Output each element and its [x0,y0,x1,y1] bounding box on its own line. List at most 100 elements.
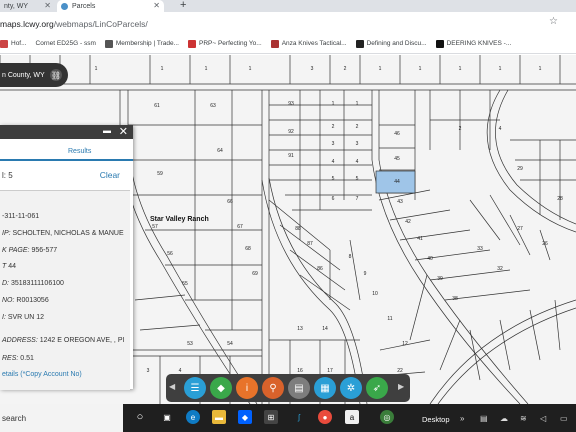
app-red-icon[interactable]: ● [318,410,332,424]
svg-text:1: 1 [379,66,382,72]
bookmark-icon [270,39,279,48]
close-tab-icon[interactable]: ✕ [153,1,160,10]
bookmark-icon [355,39,364,48]
svg-text:4: 4 [356,159,359,165]
chrome-icon[interactable]: ◎ [380,410,394,424]
svg-text:67: 67 [237,224,243,230]
svg-text:39: 39 [437,276,443,282]
svg-text:10: 10 [372,291,378,297]
tray-chevron-icon[interactable]: » [460,414,464,423]
tab-title: Parcels [72,2,96,10]
list-icon[interactable]: ☰ [184,377,206,399]
bookmark-star-icon[interactable]: ☆ [549,16,558,27]
svg-text:68: 68 [245,246,251,252]
svg-text:1: 1 [95,66,98,72]
svg-text:54: 54 [227,341,233,347]
task-switch-icon[interactable]: ▣ [160,410,174,424]
edge-icon[interactable]: e [186,410,200,424]
svg-text:5: 5 [356,176,359,182]
book-page-field: K PAGE: 956-577 [2,247,58,254]
file-explorer-icon[interactable]: ▬ [212,410,226,424]
address-bar[interactable]: maps.lcwy.org/webmaps/LinCoParcels/ ☆ [0,12,576,34]
svg-text:1: 1 [249,66,252,72]
svg-text:6: 6 [332,196,335,202]
clear-button[interactable]: Clear [100,170,120,180]
place-label: Star Valley Ranch [150,216,209,223]
scroll-right-icon[interactable]: ▶ [398,382,404,391]
url-text[interactable]: maps.lcwy.org/webmaps/LinCoParcels/ [0,19,148,29]
svg-text:91: 91 [288,153,294,159]
link-icon[interactable]: ⛓ [50,69,62,81]
tray-wifi-icon[interactable]: ≋ [520,414,527,423]
svg-text:56: 56 [167,251,173,257]
bookmark-item[interactable]: Membership | Trade... [104,39,179,48]
close-tab-icon[interactable]: ✕ [44,1,51,10]
bookmark-icon [435,39,444,48]
parcel-detail: -311-11-061 IP: SCHOLTEN, NICHOLAS & MAN… [0,190,130,390]
grid-icon[interactable]: ▦ [314,377,336,399]
dropbox-icon[interactable]: ◆ [238,410,252,424]
bookmark-item[interactable]: Anza Knives Tactical... [270,39,347,48]
svg-text:7: 7 [356,196,359,202]
svg-text:2: 2 [356,124,359,130]
svg-text:28: 28 [557,196,563,202]
svg-text:57: 57 [152,224,158,230]
amazon-icon[interactable]: a [345,410,359,424]
svg-text:12: 12 [402,341,408,347]
share-icon[interactable]: ➶ [366,377,388,399]
svg-text:41: 41 [417,236,423,242]
svg-text:3: 3 [147,368,150,374]
svg-text:55: 55 [182,281,188,287]
svg-text:1: 1 [332,101,335,107]
tray-onedrive-icon[interactable]: ☁ [500,414,508,423]
svg-text:4: 4 [499,126,502,132]
svg-text:1: 1 [205,66,208,72]
task-view-icon[interactable]: ○ [133,410,147,424]
tray-battery-icon[interactable]: ▭ [560,414,568,423]
close-icon[interactable]: ✕ [119,125,128,138]
app-icon[interactable]: ʃ [292,410,306,424]
tab-title: nty, WY [4,2,28,10]
layers-icon[interactable]: ◆ [210,377,232,399]
desktop-toolbar[interactable]: Desktop [422,415,450,424]
print-icon[interactable]: ▤ [288,377,310,399]
svg-text:40: 40 [427,256,433,262]
scroll-left-icon[interactable]: ◀ [169,382,175,391]
bookmark-item[interactable]: Defining and Discu... [355,39,427,48]
details-link[interactable]: etails (*Copy Account No) [2,371,82,378]
svg-text:29: 29 [517,166,523,172]
bookmark-item[interactable]: Cornet ED25G - ssm [36,40,96,47]
settings-icon[interactable]: ✲ [340,377,362,399]
svg-text:45: 45 [394,156,400,162]
info-icon[interactable]: i [236,377,258,399]
tray-network-icon[interactable]: ▤ [480,414,488,423]
tab-results[interactable]: Results [68,148,91,155]
svg-text:53: 53 [187,341,193,347]
taskbar-search[interactable]: search [0,404,123,432]
svg-text:43: 43 [397,199,403,205]
search-icon[interactable]: ⚲ [262,377,284,399]
minimize-icon[interactable]: ▬ [103,126,111,135]
owner-field: IP: SCHOLTEN, NICHOLAS & MANUE [2,230,124,237]
store-icon[interactable]: ⊞ [264,410,278,424]
svg-text:1: 1 [499,66,502,72]
svg-text:3: 3 [356,141,359,147]
bookmark-item[interactable]: DEERING KNIVES -... [435,39,511,48]
svg-text:2: 2 [344,66,347,72]
panel-tabs: Results [0,139,133,161]
browser-tab-county[interactable]: nty, WY ✕ [0,0,55,12]
svg-text:1: 1 [356,101,359,107]
svg-text:86: 86 [317,266,323,272]
account-no-field: NO: R0013056 [2,297,49,304]
new-tab-icon[interactable]: + [180,0,186,11]
svg-text:1: 1 [459,66,462,72]
acres-field: RES: 0.51 [2,355,34,362]
bookmark-item[interactable]: PRP~ Perfecting Yo... [187,39,262,48]
browser-tab-parcels[interactable]: Parcels ✕ [57,0,164,12]
bookmark-item[interactable]: Hof... [0,39,27,48]
svg-text:38: 38 [452,296,458,302]
bookmarks-bar: Hof... Cornet ED25G - ssm Membership | T… [0,34,576,54]
result-count: l: 5 [2,171,13,180]
svg-text:1: 1 [419,66,422,72]
tray-volume-icon[interactable]: ◁ [540,414,546,423]
